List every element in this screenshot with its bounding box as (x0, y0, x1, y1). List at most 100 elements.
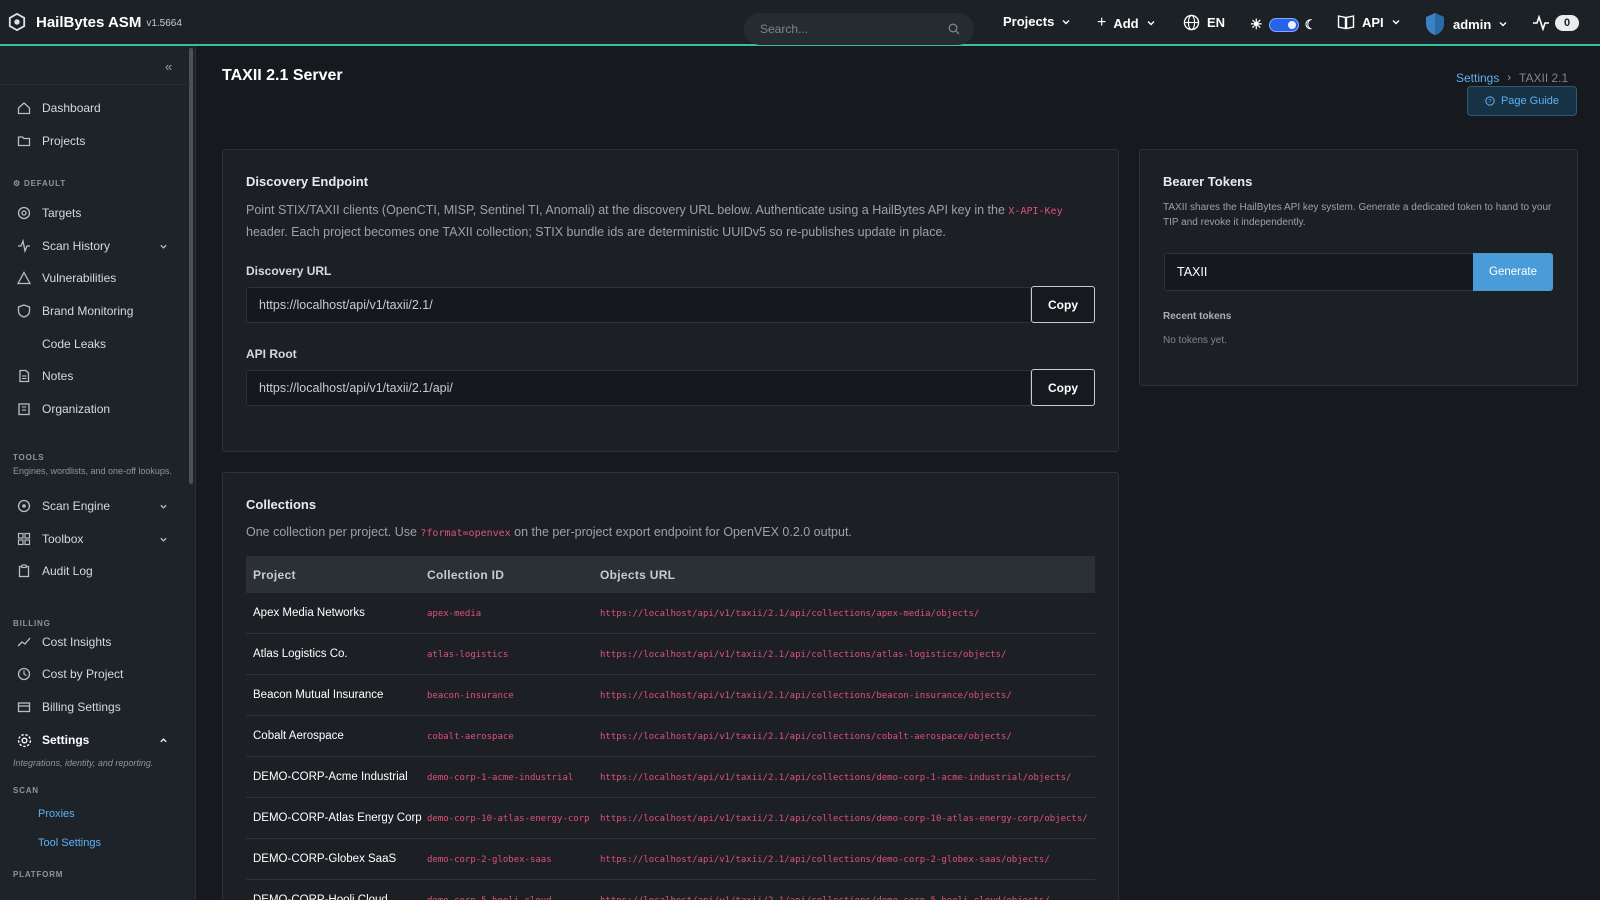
cell-objects-url[interactable]: https://localhost/api/v1/taxii/2.1/api/c… (600, 675, 1095, 715)
sidebar-item-scan-engine[interactable]: Scan Engine (16, 496, 176, 516)
collections-desc-text-1: One collection per project. Use (246, 525, 421, 539)
collections-desc-text-2: on the per-project export endpoint for O… (510, 525, 852, 539)
shield-icon (16, 303, 32, 319)
table-row[interactable]: Beacon Mutual Insurance beacon-insurance… (246, 675, 1095, 716)
add-menu-label: Add (1113, 15, 1139, 31)
cell-objects-url[interactable]: https://localhost/api/v1/taxii/2.1/api/c… (600, 716, 1095, 756)
cell-collection-id: demo-corp-1-acme-industrial (427, 773, 574, 783)
sidebar-item-label: Brand Monitoring (42, 304, 134, 318)
search-box[interactable] (744, 13, 974, 45)
theme-toggle[interactable] (1268, 17, 1299, 32)
table-header: Project Collection ID Objects URL (246, 556, 1095, 593)
app-version: v1.5664 (146, 18, 182, 29)
brand[interactable]: HailBytes ASM v1.5664 (0, 13, 200, 31)
cell-objects-url[interactable]: https://localhost/api/v1/taxii/2.1/api/c… (600, 757, 1095, 797)
table-row[interactable]: DEMO-CORP-Hooli Cloud demo-corp-5-hooli-… (246, 880, 1095, 900)
sidebar-item-organization[interactable]: Organization (16, 399, 176, 419)
cell-collection-id: apex-media (427, 609, 482, 619)
sidebar-item-label: Code Leaks (42, 337, 107, 351)
copy-discovery-url-button[interactable]: Copy (1031, 286, 1095, 323)
sidebar-item-label: Targets (42, 206, 82, 220)
document-icon (16, 368, 32, 384)
api-menu[interactable]: API (1337, 14, 1401, 30)
pulse-icon (1533, 15, 1549, 31)
theme-switch[interactable]: ☀ ☾ (1250, 16, 1316, 33)
discovery-url-field[interactable]: https://localhost/api/v1/taxii/2.1/ (246, 287, 1031, 323)
clock-icon (16, 666, 32, 682)
cell-objects-url[interactable]: https://localhost/api/v1/taxii/2.1/api/c… (600, 634, 1095, 674)
sidebar-item-label: Billing Settings (42, 700, 121, 714)
activity-icon (16, 238, 32, 254)
sidebar-item-brand-monitoring[interactable]: Brand Monitoring (16, 301, 176, 321)
projects-menu[interactable]: Projects (1003, 14, 1071, 29)
section-platform: PLATFORM (13, 870, 64, 879)
sidebar-item-projects[interactable]: Projects (16, 131, 176, 151)
help-icon: ? (1485, 96, 1495, 106)
cell-objects-url[interactable]: https://localhost/api/v1/taxii/2.1/api/c… (600, 798, 1095, 838)
search-icon (948, 23, 960, 35)
sidebar-item-targets[interactable]: Targets (16, 203, 176, 223)
sidebar-item-notes[interactable]: Notes (16, 366, 176, 386)
generate-token-button[interactable]: Generate (1473, 253, 1553, 291)
column-header-collection-id[interactable]: Collection ID (427, 568, 600, 582)
sidebar-item-label: Scan History (42, 239, 111, 253)
sidebar-scrollbar[interactable] (189, 48, 193, 484)
add-menu[interactable]: + Add (1097, 14, 1156, 32)
chevron-down-icon (1392, 20, 1400, 25)
cell-project: Apex Media Networks (253, 607, 365, 619)
engine-icon (16, 498, 32, 514)
cell-objects-url[interactable]: https://localhost/api/v1/taxii/2.1/api/c… (600, 880, 1095, 900)
cell-collection-id: atlas-logistics (427, 650, 509, 660)
sidebar-item-toolbox[interactable]: Toolbox (16, 529, 176, 549)
sidebar-item-cost-insights[interactable]: Cost Insights (16, 632, 176, 652)
sidebar-item-dashboard[interactable]: Dashboard (16, 98, 176, 118)
language-menu[interactable]: EN (1183, 14, 1225, 31)
table-row[interactable]: DEMO-CORP-Atlas Energy Corp demo-corp-10… (246, 798, 1095, 839)
activity-indicator[interactable]: 0 (1532, 15, 1580, 31)
table-row[interactable]: Atlas Logistics Co. atlas-logistics http… (246, 634, 1095, 675)
discovery-url-label: Discovery URL (246, 264, 332, 278)
column-header-objects-url[interactable]: Objects URL (600, 568, 1095, 582)
projects-menu-label: Projects (1003, 14, 1055, 29)
search-input[interactable] (760, 22, 948, 36)
sidebar-item-audit-log[interactable]: Audit Log (16, 561, 176, 581)
discovery-desc-text-2: header. Each project becomes one TAXII c… (246, 225, 946, 239)
sidebar-item-scan-history[interactable]: Scan History (16, 236, 176, 256)
user-menu[interactable]: admin (1424, 12, 1508, 36)
sidebar-link-proxies[interactable]: Proxies (38, 808, 75, 820)
sidebar-item-vulnerabilities[interactable]: Vulnerabilities (16, 268, 176, 288)
table-row[interactable]: Apex Media Networks apex-media https://l… (246, 593, 1095, 634)
page-guide-button[interactable]: ? Page Guide (1467, 86, 1577, 116)
sidebar-item-code-leaks[interactable]: Code Leaks (16, 334, 176, 354)
cell-collection-id: demo-corp-10-atlas-energy-corp (427, 814, 590, 824)
token-name-input[interactable]: TAXII (1164, 253, 1474, 291)
book-icon (1337, 15, 1355, 30)
sidebar-item-label: Projects (42, 134, 86, 148)
table-row[interactable]: DEMO-CORP-Acme Industrial demo-corp-1-ac… (246, 757, 1095, 798)
api-key-header-code: X-API-Key (1008, 206, 1063, 217)
breadcrumb-settings-link[interactable]: Settings (1456, 71, 1499, 85)
sidebar-link-tool-settings[interactable]: Tool Settings (38, 837, 101, 849)
username: admin (1453, 16, 1492, 32)
table-row[interactable]: Cobalt Aerospace cobalt-aerospace https:… (246, 716, 1095, 757)
sidebar-item-label: Audit Log (42, 564, 93, 578)
copy-api-root-button[interactable]: Copy (1031, 369, 1095, 406)
cell-objects-url[interactable]: https://localhost/api/v1/taxii/2.1/api/c… (600, 593, 1095, 633)
collapse-sidebar-icon[interactable]: « (165, 59, 172, 74)
column-header-project[interactable]: Project (246, 568, 427, 582)
sidebar-item-label: Vulnerabilities (42, 271, 117, 285)
sidebar-item-cost-by-project[interactable]: Cost by Project (16, 664, 176, 684)
sidebar-item-settings[interactable]: Settings (16, 730, 176, 750)
section-tools: TOOLS (13, 453, 45, 462)
api-root-field[interactable]: https://localhost/api/v1/taxii/2.1/api/ (246, 370, 1031, 406)
section-billing: BILLING (13, 619, 51, 628)
discovery-card-title: Discovery Endpoint (246, 174, 369, 189)
sidebar-divider (0, 84, 190, 85)
cell-objects-url[interactable]: https://localhost/api/v1/taxii/2.1/api/c… (600, 839, 1095, 879)
sidebar-item-billing-settings[interactable]: Billing Settings (16, 697, 176, 717)
globe-icon (1183, 14, 1200, 31)
gear-small-icon: ⚙ (13, 179, 21, 188)
chevron-down-icon (1062, 19, 1070, 24)
gear-icon (16, 732, 32, 748)
table-row[interactable]: DEMO-CORP-Globex SaaS demo-corp-2-globex… (246, 839, 1095, 880)
